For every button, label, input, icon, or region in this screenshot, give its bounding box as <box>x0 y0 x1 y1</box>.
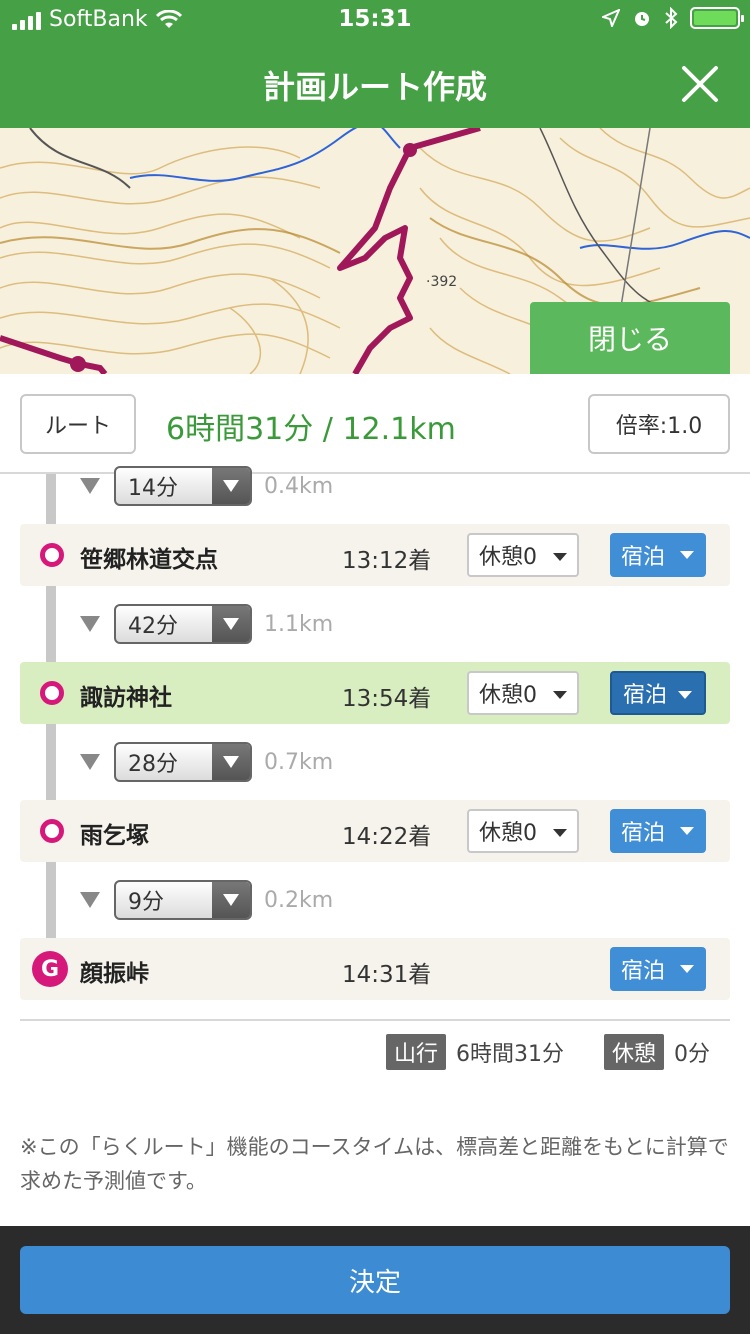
chevron-down-icon <box>212 744 250 780</box>
stay-button[interactable]: 宿泊 <box>610 947 706 991</box>
duration-value: 28分 <box>128 752 178 777</box>
waypoint-list: 14分 0.4km 笹郷林道交点 13:12着 休憩0 宿泊 42分 1.1km… <box>0 466 750 1034</box>
waypoint-row[interactable]: G 顔振峠 14:31着 宿泊 <box>20 938 730 1000</box>
duration-select[interactable]: 42分 <box>114 604 252 644</box>
disclaimer-note: ※この「らくルート」機能のコースタイムは、標高差と距離をもとに計算で求めた予測値… <box>20 1135 729 1193</box>
segment-row: 42分 1.1km <box>80 602 333 646</box>
chevron-down-icon <box>212 882 250 918</box>
dropdown-arrow-icon <box>680 827 694 835</box>
duration-value: 14分 <box>128 476 178 501</box>
segment-row: 14分 0.4km <box>80 464 333 508</box>
arrival-time: 13:12着 <box>342 548 432 574</box>
status-bar: SoftBank 15:31 <box>0 0 750 40</box>
alarm-icon <box>635 12 649 26</box>
walk-total: 6時間31分 <box>455 1042 564 1067</box>
waypoint-name: 雨乞塚 <box>80 823 149 849</box>
route-summary: ルート 6時間31分 / 12.1km 倍率:1.0 <box>0 374 750 474</box>
waypoint-name: 諏訪神社 <box>80 685 172 711</box>
bluetooth-icon <box>665 7 678 29</box>
rest-select[interactable]: 休憩0 <box>467 809 579 853</box>
segment-distance: 0.2km <box>264 887 334 913</box>
dropdown-arrow-icon <box>553 829 567 837</box>
down-triangle-icon <box>80 616 100 632</box>
decide-button[interactable]: 決定 <box>20 1246 730 1314</box>
waypoint-marker-icon <box>40 819 64 843</box>
waypoint-row[interactable]: 笹郷林道交点 13:12着 休憩0 宿泊 <box>20 524 730 586</box>
dropdown-arrow-icon <box>678 691 692 699</box>
chevron-down-icon <box>212 468 250 504</box>
divider <box>20 1019 730 1021</box>
duration-value: 9分 <box>128 890 164 915</box>
waypoint-row[interactable]: 雨乞塚 14:22着 休憩0 宿泊 <box>20 800 730 862</box>
stay-label: 宿泊 <box>621 959 666 984</box>
arrival-time: 13:54着 <box>342 686 432 712</box>
down-triangle-icon <box>80 478 100 494</box>
segment-row: 28分 0.7km <box>80 740 333 784</box>
waypoint-name: 笹郷林道交点 <box>80 547 218 573</box>
duration-value: 42分 <box>128 614 178 639</box>
route-button[interactable]: ルート <box>20 394 136 454</box>
elevation-label: ·392 <box>426 274 458 290</box>
rest-value: 休憩0 <box>479 545 537 570</box>
segment-distance: 1.1km <box>264 611 334 637</box>
waypoint-name: 顔振峠 <box>80 961 149 987</box>
chevron-down-icon <box>212 606 250 642</box>
top-bar: SoftBank 15:31 計画ルート作成 <box>0 0 750 128</box>
map-close-button[interactable]: 閉じる <box>530 302 730 374</box>
waypoint-marker-icon <box>40 681 64 705</box>
rest-select[interactable]: 休憩0 <box>467 533 579 577</box>
battery-level <box>694 11 736 25</box>
dropdown-arrow-icon <box>680 551 694 559</box>
rate-button[interactable]: 倍率:1.0 <box>588 394 730 454</box>
waypoint-row[interactable]: 諏訪神社 13:54着 休憩0 宿泊 <box>20 662 730 724</box>
arrival-time: 14:31着 <box>342 962 432 988</box>
segment-distance: 0.4km <box>264 473 334 499</box>
rest-total: 0分 <box>674 1042 710 1067</box>
stay-label: 宿泊 <box>621 545 666 570</box>
rest-value: 休憩0 <box>479 821 537 846</box>
route-map[interactable]: ·392 閉じる <box>0 128 750 374</box>
stay-button[interactable]: 宿泊 <box>610 671 706 715</box>
duration-select[interactable]: 9分 <box>114 880 252 920</box>
page-title: 計画ルート作成 <box>262 68 487 106</box>
rest-value: 休憩0 <box>479 683 537 708</box>
stay-label: 宿泊 <box>621 821 666 846</box>
rest-select[interactable]: 休憩0 <box>467 671 579 715</box>
arrival-time: 14:22着 <box>342 824 432 850</box>
segment-row: 9分 0.2km <box>80 878 333 922</box>
waypoint-marker-icon <box>40 543 64 567</box>
bottom-bar: 決定 <box>0 1226 750 1334</box>
total-time-distance: 6時間31分 / 12.1km <box>166 412 456 447</box>
walk-tag: 山行 <box>385 1034 446 1070</box>
segment-distance: 0.7km <box>264 749 334 775</box>
totals: 山行 6時間31分 休憩 0分 <box>385 1034 710 1070</box>
goal-marker-icon: G <box>32 951 68 987</box>
down-triangle-icon <box>80 754 100 770</box>
dropdown-arrow-icon <box>553 691 567 699</box>
close-icon[interactable] <box>680 64 720 104</box>
dropdown-arrow-icon <box>680 965 694 973</box>
status-right <box>602 7 744 29</box>
rest-tag: 休憩 <box>603 1034 664 1070</box>
stay-button[interactable]: 宿泊 <box>610 533 706 577</box>
dropdown-arrow-icon <box>553 553 567 561</box>
duration-select[interactable]: 14分 <box>114 466 252 506</box>
stay-button[interactable]: 宿泊 <box>610 809 706 853</box>
down-triangle-icon <box>80 892 100 908</box>
stay-label: 宿泊 <box>623 683 668 708</box>
location-arrow-icon <box>602 9 620 27</box>
battery-icon <box>690 7 744 29</box>
duration-select[interactable]: 28分 <box>114 742 252 782</box>
